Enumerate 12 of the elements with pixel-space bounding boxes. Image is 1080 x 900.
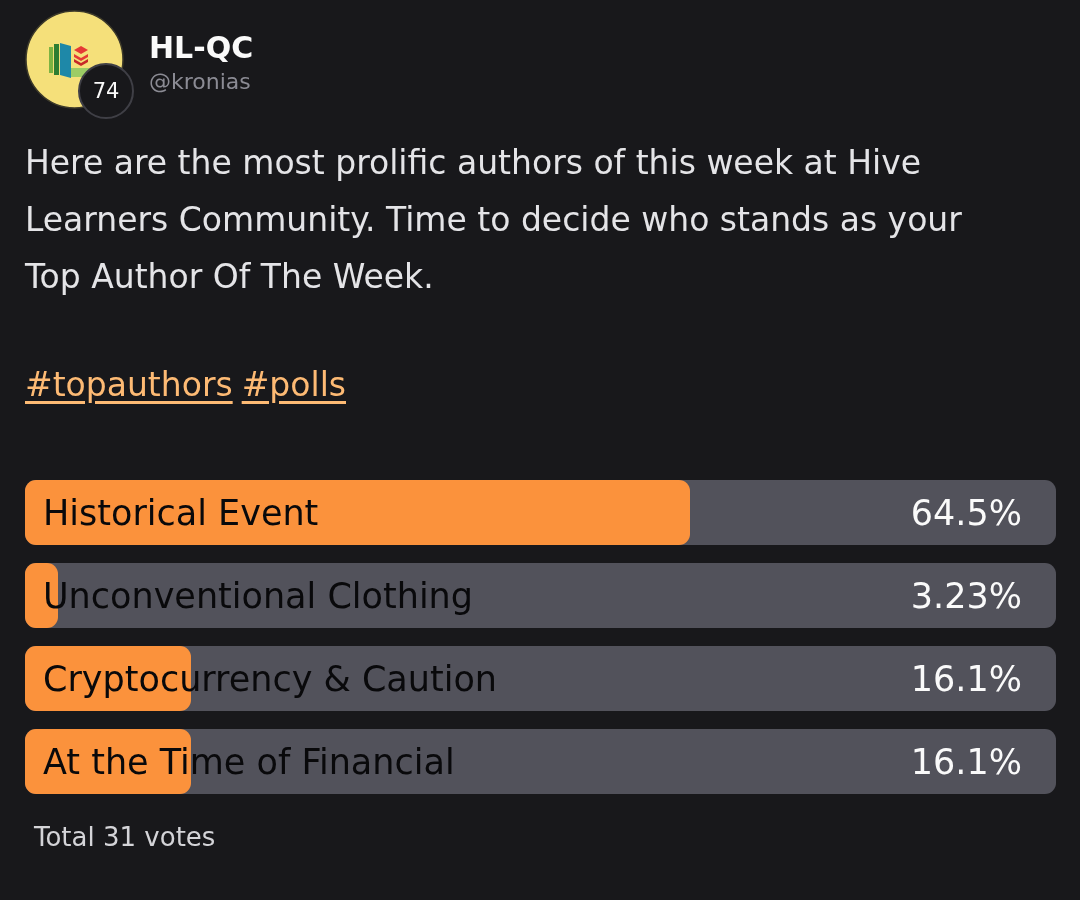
author-name: HL-QC	[149, 30, 254, 66]
post-text: Here are the most prolific authors of this week at Hive Learners Community. Time to decide who stands as your Top Author Of The Week.	[25, 142, 963, 298]
author-handle: @kronias	[149, 68, 252, 96]
option-percent: 16.1%	[910, 741, 1022, 782]
option-label: Historical Event	[43, 492, 319, 533]
reputation-badge: 74	[78, 63, 134, 119]
option-percent: 3.23%	[910, 575, 1022, 616]
option-percent: 16.1%	[910, 658, 1022, 699]
total-votes: Total 31 votes	[33, 822, 217, 852]
hashtag-link[interactable]: #topauthors	[25, 356, 233, 413]
option-percent: 64.5%	[910, 492, 1022, 533]
hashtag-link[interactable]: #polls	[241, 356, 346, 413]
